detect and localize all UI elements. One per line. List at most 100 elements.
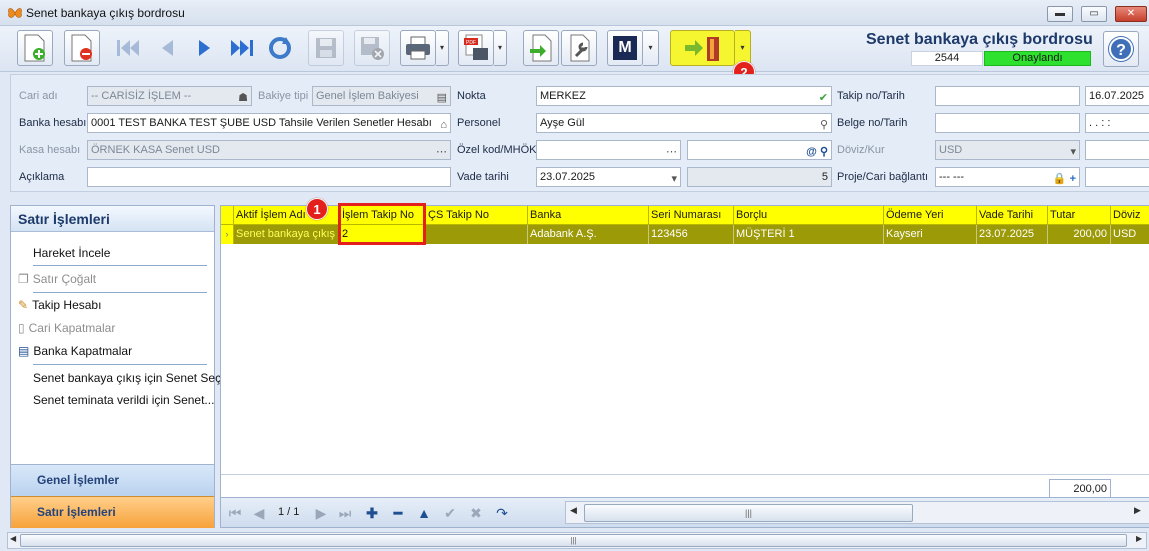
cari-adi-field[interactable]: -- CARİSİZ İŞLEM -- ☗ (87, 86, 252, 106)
takip-tarih-field[interactable]: 16.07.2025 (1085, 86, 1149, 106)
kasa-hesabi-field[interactable]: ÖRNEK KASA Senet USD ⋯ (87, 140, 451, 160)
table-cell[interactable]: Senet bankaya çıkış (234, 225, 340, 244)
menu-item-banka-kapatmalar[interactable]: ▤ Banka Kapatmalar (18, 344, 214, 358)
redo-icon[interactable]: ↷ (492, 503, 512, 523)
table-cell[interactable]: USD (1111, 225, 1149, 244)
banka-hesabi-field[interactable]: 0001 TEST BANKA TEST ŞUBE USD Tahsile Ve… (87, 113, 451, 133)
new-document-icon (24, 34, 45, 62)
table-cell[interactable]: 123456 (649, 225, 734, 244)
m-module-button[interactable]: M (607, 30, 643, 66)
person-search-icon[interactable]: ⚲ (820, 116, 828, 132)
last-record-button[interactable] (224, 30, 260, 66)
first-record-button[interactable] (110, 30, 146, 66)
proje-field[interactable]: --- --- 🔒 + (935, 167, 1080, 187)
mhok-field[interactable]: @ ⚲ (687, 140, 832, 160)
chevron-down-icon[interactable]: ▾ (671, 170, 677, 186)
doviz-field[interactable]: USD ▾ (935, 140, 1080, 160)
scroll-right-icon[interactable]: ▶ (1134, 505, 1141, 516)
print-dropdown[interactable]: ▾ (436, 30, 449, 66)
table-cell[interactable]: 23.07.2025 (977, 225, 1048, 244)
column-header[interactable]: Döviz (1111, 206, 1149, 225)
vade-tarihi-field[interactable]: 23.07.2025 ▾ (536, 167, 681, 187)
column-header[interactable]: ÇS Takip No (426, 206, 528, 225)
list-icon[interactable]: ▤ (437, 89, 447, 105)
tab-genel-islemler[interactable]: Genel İşlemler (11, 464, 214, 496)
proje-extra-field[interactable] (1085, 167, 1149, 187)
add-row-icon[interactable]: ✚ (362, 503, 382, 523)
table-cell[interactable]: 200,00 (1048, 225, 1111, 244)
menu-item-cari-kapatmalar[interactable]: ▯ Cari Kapatmalar (18, 321, 214, 335)
export-dropdown[interactable]: ▾ (494, 30, 507, 66)
table-cell[interactable]: MÜŞTERİ 1 (734, 225, 884, 244)
document-icon: ▯ (18, 321, 25, 335)
print-button[interactable] (400, 30, 436, 66)
ellipsis-icon[interactable]: ⋯ (436, 143, 447, 159)
nokta-field[interactable]: MERKEZ ✔ (536, 86, 832, 106)
save-close-button[interactable] (354, 30, 390, 66)
help-button[interactable]: ? (1103, 31, 1139, 67)
horizontal-scrollbar[interactable]: ◀ ||| ▶ (565, 501, 1149, 524)
new-document-button[interactable] (17, 30, 53, 66)
table-cell[interactable]: Adabank A.Ş. (528, 225, 649, 244)
column-header[interactable]: Seri Numarası (649, 206, 734, 225)
ellipsis-icon[interactable]: ⋯ (666, 143, 677, 159)
previous-record-button[interactable] (150, 30, 186, 66)
scroll-left-icon[interactable]: ◀ (570, 505, 577, 516)
belge-no-field[interactable] (935, 113, 1080, 133)
delete-document-button[interactable] (64, 30, 100, 66)
m-module-dropdown[interactable]: ▾ (643, 30, 659, 66)
scroll-thumb[interactable]: ||| (20, 534, 1127, 547)
close-button[interactable]: ✕ (1115, 6, 1147, 22)
previous-row-icon[interactable]: ◀ (249, 503, 269, 523)
menu-item-senet-teminat[interactable]: Senet teminata verildi için Senet... (33, 393, 229, 407)
column-header[interactable]: Vade Tarihi (977, 206, 1048, 225)
bakiye-tipi-field[interactable]: Genel İşlem Bakiyesi ▤ (312, 86, 451, 106)
menu-item-hareket-incele[interactable]: Hareket İncele (33, 246, 229, 260)
export-pdf-button[interactable]: PDF (458, 30, 494, 66)
next-record-button[interactable] (186, 30, 222, 66)
next-row-icon[interactable]: ▶ (311, 503, 331, 523)
menu-item-takip-hesabi[interactable]: ✎ Takip Hesabı (18, 298, 214, 312)
cancel-icon[interactable]: ✖ (466, 503, 486, 523)
window-horizontal-scrollbar[interactable]: ◀ ||| ▶ (7, 532, 1147, 549)
column-header[interactable]: Tutar (1048, 206, 1111, 225)
tab-satir-islemleri[interactable]: Satır İşlemleri (11, 496, 214, 528)
column-header[interactable]: Banka (528, 206, 649, 225)
import-button[interactable] (523, 30, 559, 66)
aciklama-field[interactable] (87, 167, 451, 187)
kur-field[interactable] (1085, 140, 1149, 160)
bank-icon[interactable]: ⌂ (440, 116, 447, 132)
column-header[interactable]: Ödeme Yeri (884, 206, 977, 225)
personel-field[interactable]: Ayşe Gül ⚲ (536, 113, 832, 133)
takip-no-field[interactable] (935, 86, 1080, 106)
scroll-thumb[interactable]: ||| (584, 504, 913, 522)
last-row-icon[interactable]: ⏭ (335, 503, 355, 523)
check-icon[interactable]: ✔ (819, 89, 828, 105)
menu-item-senet-sec[interactable]: Senet bankaya çıkış için Senet Seç (33, 371, 229, 385)
save-button[interactable] (308, 30, 344, 66)
remove-row-icon[interactable]: ━ (388, 503, 408, 523)
chevron-down-icon[interactable]: ▾ (1070, 143, 1076, 159)
cari-adi-value: -- CARİSİZ İŞLEM -- (91, 90, 192, 102)
lock-plus-icon[interactable]: 🔒 + (1053, 170, 1076, 186)
people-icon[interactable]: ☗ (238, 89, 248, 105)
confirm-icon[interactable]: ✔ (440, 503, 460, 523)
nokta-label: Nokta (457, 90, 486, 102)
first-row-icon[interactable]: ⏮ (225, 503, 245, 523)
table-cell[interactable] (426, 225, 528, 244)
column-header[interactable]: Borçlu (734, 206, 884, 225)
scroll-left-icon[interactable]: ◀ (10, 534, 16, 543)
refresh-button[interactable] (262, 30, 298, 66)
at-sign-icon[interactable]: @ ⚲ (806, 143, 828, 159)
minimize-button[interactable]: ▬ (1047, 6, 1073, 22)
ozel-kod-field[interactable]: ⋯ (536, 140, 681, 160)
menu-item-satir-cogalt[interactable]: ❐ Satır Çoğalt (18, 272, 214, 286)
table-cell[interactable]: Kayseri (884, 225, 977, 244)
maximize-button[interactable]: ▭ (1081, 6, 1107, 22)
move-up-icon[interactable]: ▲ (414, 503, 434, 523)
row-indicator[interactable]: › (221, 225, 234, 244)
tools-button[interactable] (561, 30, 597, 66)
belge-tarih-field[interactable]: . . : : (1085, 113, 1149, 133)
exit-button[interactable] (670, 30, 735, 66)
scroll-right-icon[interactable]: ▶ (1136, 534, 1142, 543)
